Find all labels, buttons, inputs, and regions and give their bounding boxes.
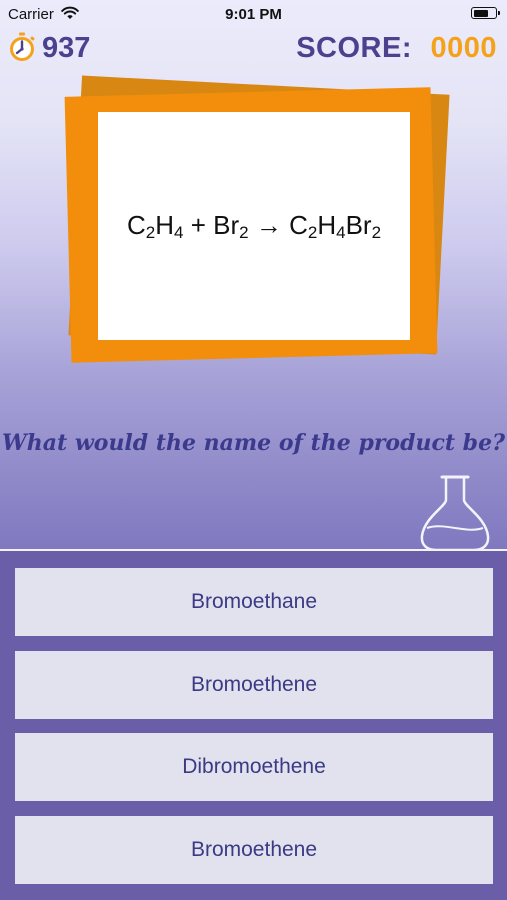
clock-time: 9:01 PM <box>225 6 282 23</box>
score-label: SCORE: <box>296 32 412 64</box>
score-value: 0000 <box>430 32 497 64</box>
reaction-arrow: → <box>255 209 282 240</box>
status-bar: Carrier 9:01 PM <box>0 0 507 28</box>
answer-button-1[interactable]: Bromoethane <box>15 568 493 636</box>
answer-button-2[interactable]: Bromoethene <box>15 651 493 719</box>
product-formula: C2H4Br2 <box>289 209 382 242</box>
chemical-equation: C2H4 + Br2 → C2H4Br2 <box>127 210 381 243</box>
question-card: C2H4 + Br2 → C2H4Br2 <box>98 112 410 340</box>
answers-panel: Bromoethane Bromoethene Dibromoethene Br… <box>0 551 507 900</box>
answer-button-3[interactable]: Dibromoethene <box>15 733 493 801</box>
reactant-bromine: Br2 <box>213 209 249 242</box>
question-text: What would the name of the product be? <box>2 430 505 456</box>
answer-button-4[interactable]: Bromoethene <box>15 816 493 884</box>
flask-icon <box>416 472 494 552</box>
plus-sign: + <box>190 209 206 240</box>
reactant-ethene: C2H4 <box>126 209 184 242</box>
timer-value: 937 <box>42 32 91 64</box>
battery-icon <box>471 7 500 19</box>
quiz-screen: Carrier 9:01 PM 937 SCORE: 0000 C2H4 + B… <box>0 0 507 900</box>
stopwatch-icon <box>6 31 38 63</box>
